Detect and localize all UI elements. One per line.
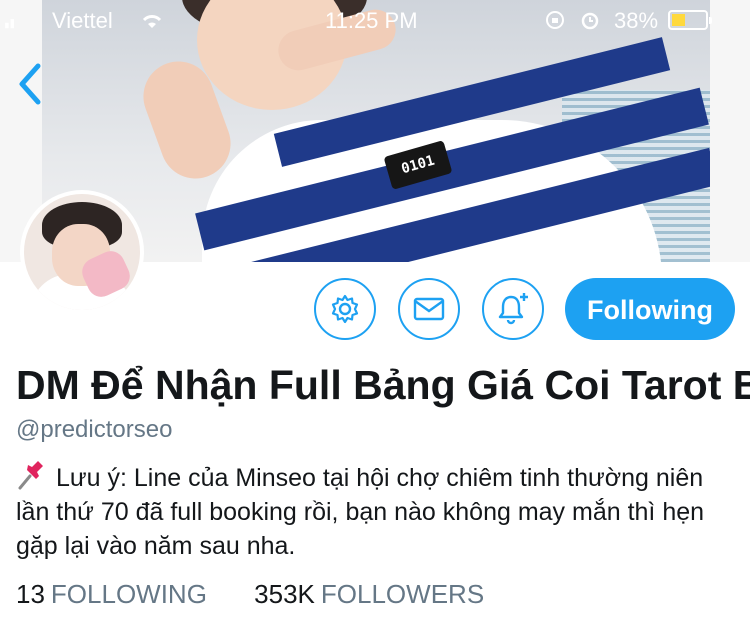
followers-stat[interactable]: 353K FOLLOWERS <box>254 579 484 610</box>
wifi-icon <box>142 15 162 28</box>
signal-icon <box>5 19 15 29</box>
profile-bio: Lưu ý: Line của Minseo tại hội chợ chiêm… <box>16 460 716 563</box>
back-chevron-icon[interactable] <box>14 60 46 108</box>
alarm-icon <box>581 12 599 30</box>
bell-plus-icon <box>498 293 528 325</box>
pushpin-icon <box>16 460 48 490</box>
status-time: 11:25 PM <box>325 8 418 33</box>
orientation-lock-icon <box>546 11 564 29</box>
battery-icon <box>668 10 712 30</box>
profile-settings-button[interactable] <box>314 278 376 340</box>
envelope-icon <box>413 297 445 321</box>
following-button[interactable]: Following <box>565 278 735 340</box>
avatar[interactable] <box>20 190 144 314</box>
battery-percent: 38% <box>614 8 659 33</box>
notifications-button[interactable] <box>482 278 544 340</box>
following-label: FOLLOWING <box>50 579 207 609</box>
avatar-photo <box>24 194 140 310</box>
following-count: 13 <box>16 579 45 609</box>
followers-label: FOLLOWERS <box>320 579 485 609</box>
profile-display-name: DM Để Nhận Full Bảng Giá Coi Tarot B <box>16 362 750 408</box>
profile-stats: 13 FOLLOWING 353K FOLLOWERS <box>16 579 524 610</box>
status-bar: Viettel 11:25 PM 38% <box>0 0 750 40</box>
followers-count: 353K <box>254 579 315 609</box>
direct-message-button[interactable] <box>398 278 460 340</box>
carrier-name: Viettel <box>52 8 113 33</box>
following-stat[interactable]: 13 FOLLOWING <box>16 579 207 610</box>
profile-bio-text: Lưu ý: Line của Minseo tại hội chợ chiêm… <box>16 464 705 560</box>
gear-icon <box>331 294 359 324</box>
profile-handle: @predictorseo <box>16 416 173 443</box>
